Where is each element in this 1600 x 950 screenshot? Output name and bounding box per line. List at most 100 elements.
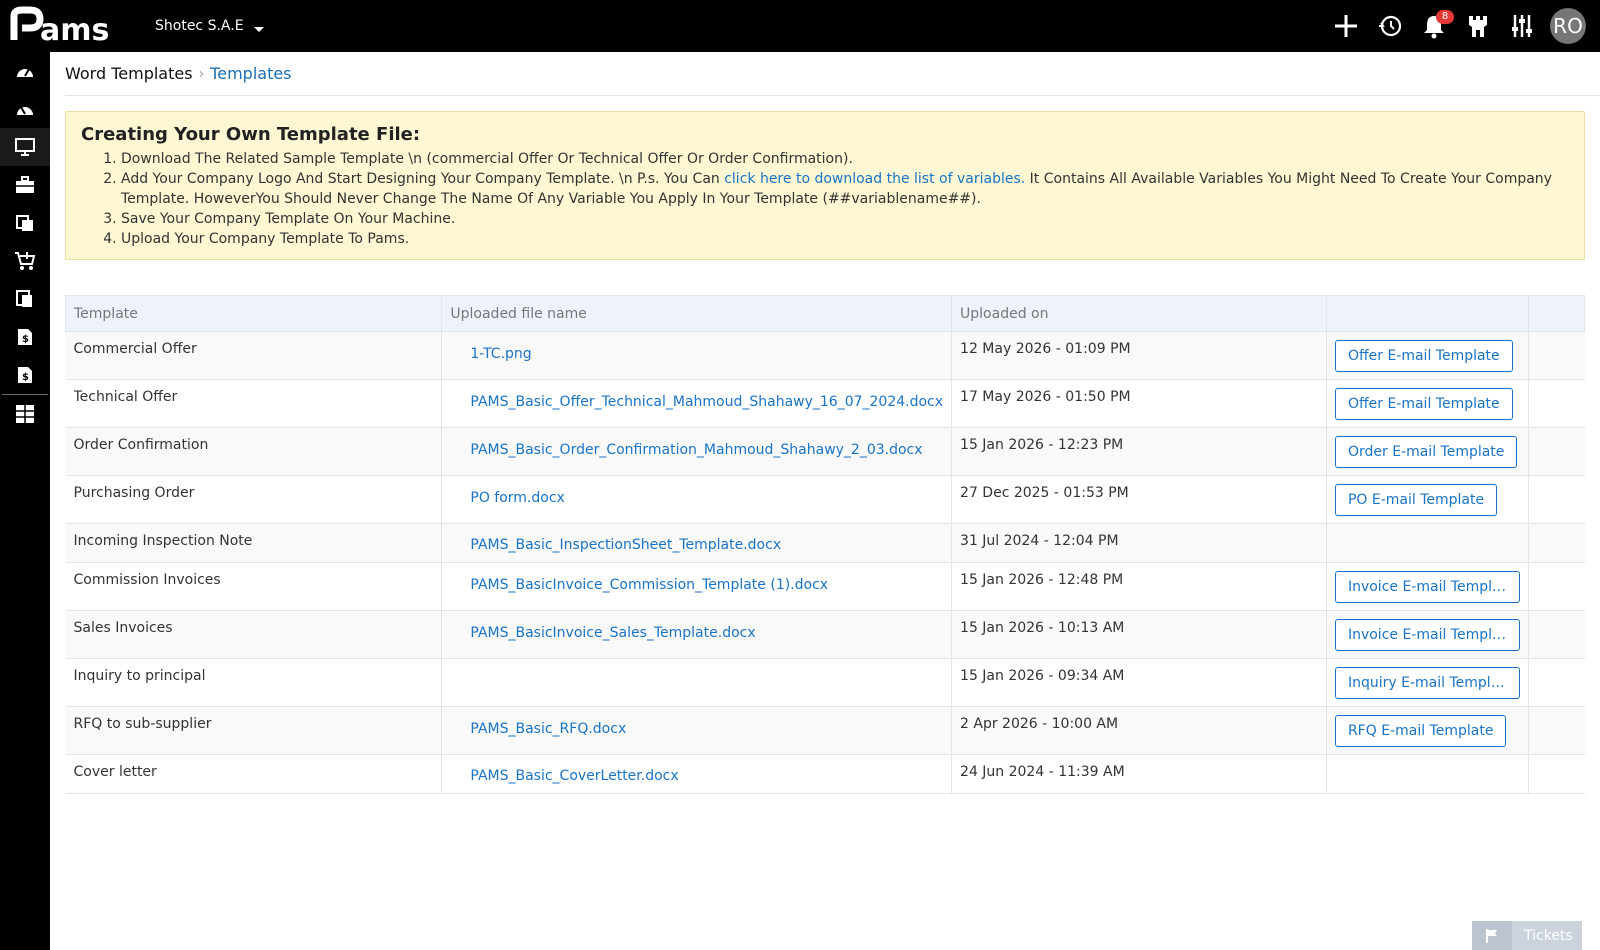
email-template-button[interactable]: Offer E-mail Template xyxy=(1334,340,1513,372)
history-button[interactable] xyxy=(1368,0,1412,52)
column-header-file-name: Uploaded file name xyxy=(441,295,953,332)
invoice-icon: $ xyxy=(18,329,32,345)
tickets-label: Tickets xyxy=(1524,928,1573,944)
email-template-button[interactable]: Inquiry E-mail Template xyxy=(1334,667,1520,699)
table-row: Order Confirmation PAMS_Basic_Order_Conf… xyxy=(65,427,1585,476)
template-name: RFQ to sub-supplier xyxy=(73,716,212,732)
flag-icon xyxy=(1472,921,1512,950)
sidebar-item-documents[interactable] xyxy=(0,204,50,242)
instruction-step-1: Download The Related Sample Template \n … xyxy=(121,149,1569,169)
template-name: Sales Invoices xyxy=(73,620,173,636)
cart-icon xyxy=(15,252,36,270)
email-template-button[interactable]: Invoice E-mail Template xyxy=(1334,619,1520,651)
sidebar-item-monitor[interactable] xyxy=(0,128,50,166)
template-name: Commercial Offer xyxy=(73,341,197,357)
sidebar-item-briefcase[interactable] xyxy=(0,166,50,204)
column-header-uploaded-on: Uploaded on xyxy=(951,295,1327,332)
upload-date: 15 Jan 2026 - 10:13 AM xyxy=(960,620,1125,636)
template-name: Inquiry to principal xyxy=(73,668,206,684)
castle-icon xyxy=(1469,16,1487,37)
file-link[interactable]: PAMS_Basic_Order_Confirmation_Mahmoud_Sh… xyxy=(450,428,943,458)
column-header-template: Template xyxy=(64,295,443,332)
castle-button[interactable] xyxy=(1456,0,1500,52)
svg-text:$: $ xyxy=(22,334,29,345)
email-template-button[interactable]: PO E-mail Template xyxy=(1334,484,1498,516)
settings-button[interactable] xyxy=(1500,0,1544,52)
chevron-right-icon: › xyxy=(198,65,205,82)
upload-date: 15 Jan 2026 - 12:48 PM xyxy=(960,572,1124,588)
notification-badge: 8 xyxy=(1436,10,1454,24)
table-row: Commission Invoices PAMS_BasicInvoice_Co… xyxy=(65,562,1585,611)
file-link[interactable]: PAMS_Basic_Offer_Technical_Mahmoud_Shaha… xyxy=(450,380,943,410)
instruction-step-2: Add Your Company Logo And Start Designin… xyxy=(121,169,1569,209)
add-button[interactable] xyxy=(1324,0,1368,52)
svg-text:$: $ xyxy=(22,372,29,383)
template-name: Cover letter xyxy=(73,764,157,780)
template-name: Technical Offer xyxy=(73,389,178,405)
upload-date: 27 Dec 2025 - 01:53 PM xyxy=(960,485,1129,501)
chevron-down-icon xyxy=(253,26,264,32)
company-name: Shotec S.A.E xyxy=(155,18,244,34)
table-row: Technical Offer PAMS_Basic_Offer_Technic… xyxy=(65,379,1585,428)
plus-icon xyxy=(1335,15,1357,37)
table-row: Sales Invoices PAMS_BasicInvoice_Sales_T… xyxy=(65,610,1585,659)
breadcrumb-templates[interactable]: Templates xyxy=(210,64,291,83)
briefcase-icon xyxy=(16,176,34,193)
avatar[interactable]: RO xyxy=(1550,8,1586,44)
copy-icon xyxy=(16,290,32,307)
history-icon xyxy=(1379,15,1402,37)
instructions-title: Creating Your Own Template File: xyxy=(81,124,421,145)
sidebar-item-copy[interactable] xyxy=(0,280,50,318)
layout-icon xyxy=(16,405,34,423)
template-name: Incoming Inspection Note xyxy=(73,533,253,549)
email-template-button[interactable]: Order E-mail Template xyxy=(1334,436,1518,468)
table-row: Purchasing Order PO form.docx 27 Dec 202… xyxy=(65,475,1585,524)
file-link[interactable]: PAMS_BasicInvoice_Commission_Template (1… xyxy=(450,563,943,593)
upload-date: 12 May 2026 - 01:09 PM xyxy=(960,341,1131,357)
sidebar-item-layout[interactable] xyxy=(0,395,50,433)
upload-date: 24 Jun 2024 - 11:39 AM xyxy=(960,764,1125,780)
invoice-alt-icon: $ xyxy=(18,367,32,383)
table-row: Inquiry to principal 15 Jan 2026 - 09:34… xyxy=(65,658,1585,707)
file-link[interactable]: PAMS_Basic_InspectionSheet_Template.docx xyxy=(450,524,943,553)
instructions-list: Download The Related Sample Template \n … xyxy=(121,149,1569,249)
table-row: Cover letter PAMS_Basic_CoverLetter.docx… xyxy=(65,754,1585,794)
table-row: RFQ to sub-supplier PAMS_Basic_RFQ.docx … xyxy=(65,706,1585,755)
breadcrumb: Word Templates › Templates xyxy=(65,52,1600,96)
instructions-box: Creating Your Own Template File: Downloa… xyxy=(65,111,1585,260)
email-template-button[interactable]: RFQ E-mail Template xyxy=(1334,715,1507,747)
dashboard-alt-icon xyxy=(17,106,33,115)
notifications-button[interactable]: 8 xyxy=(1412,0,1456,52)
templates-table: Template Uploaded file name Uploaded on … xyxy=(64,295,1586,794)
column-header-actions xyxy=(1325,295,1529,332)
file-link[interactable] xyxy=(450,659,943,673)
sidebar-item-cart[interactable] xyxy=(0,242,50,280)
step-2-text-before: Add Your Company Logo And Start Designin… xyxy=(121,171,725,187)
column-header-extra xyxy=(1527,295,1586,332)
tickets-button[interactable]: Tickets xyxy=(1472,921,1582,950)
top-bar: ams Shotec S.A.E 8 RO xyxy=(0,0,1600,52)
file-link[interactable]: 1-TC.png xyxy=(450,332,943,362)
file-link[interactable]: PAMS_Basic_RFQ.docx xyxy=(450,707,943,737)
monitor-icon xyxy=(15,138,35,156)
file-link[interactable]: PAMS_Basic_CoverLetter.docx xyxy=(450,755,943,784)
pams-logo[interactable]: ams xyxy=(10,6,130,46)
sidebar-item-invoice-alt[interactable]: $ xyxy=(0,356,50,394)
email-template-button[interactable]: Invoice E-mail Template xyxy=(1334,571,1520,603)
company-selector[interactable]: Shotec S.A.E xyxy=(155,18,264,34)
table-row: Commercial Offer 1-TC.png 12 May 2026 - … xyxy=(65,331,1585,380)
sidebar-item-dashboard[interactable] xyxy=(0,52,50,90)
download-variables-link[interactable]: click here to download the list of varia… xyxy=(724,171,1025,187)
sidebar-item-invoice[interactable]: $ xyxy=(0,318,50,356)
dashboard-icon xyxy=(17,68,33,77)
email-template-button[interactable]: Offer E-mail Template xyxy=(1334,388,1513,420)
sidebar: $ $ xyxy=(0,52,50,950)
breadcrumb-word-templates[interactable]: Word Templates xyxy=(65,64,193,83)
file-link[interactable]: PAMS_BasicInvoice_Sales_Template.docx xyxy=(450,611,943,641)
instruction-step-3: Save Your Company Template On Your Machi… xyxy=(121,209,1569,229)
template-name: Order Confirmation xyxy=(73,437,209,453)
sidebar-item-dashboard-alt[interactable] xyxy=(0,90,50,128)
sliders-icon xyxy=(1512,15,1532,37)
file-link[interactable]: PO form.docx xyxy=(450,476,943,506)
table-row: Incoming Inspection Note PAMS_Basic_Insp… xyxy=(65,523,1585,563)
